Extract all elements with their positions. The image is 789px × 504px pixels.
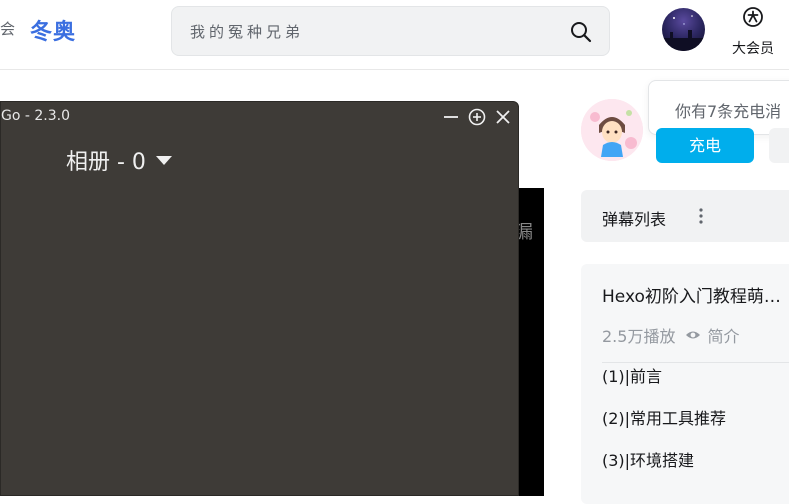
notification-text: 你有7条充电消 — [675, 102, 782, 121]
playlist-title[interactable]: Hexo初阶入门教程萌… — [602, 282, 781, 307]
playlist-items: (1)|前言 (2)|常用工具推荐 (3)|环境搭建 — [602, 368, 726, 494]
playlist-meta: 2.5万播放 简介 — [602, 323, 739, 347]
top-bar: 会 冬奥 我的冤种兄弟 大会员 — [0, 0, 789, 70]
vip-icon — [743, 7, 763, 27]
playlist-panel: Hexo初阶入门教程萌… 2.5万播放 简介 (1)|前言 (2)|常用工具推荐… — [581, 264, 789, 504]
list-item[interactable]: (2)|常用工具推荐 — [602, 410, 726, 452]
play-count: 2.5万播放 — [602, 327, 676, 346]
eye-icon — [686, 331, 701, 339]
divider — [602, 362, 789, 363]
user-avatar[interactable] — [662, 8, 705, 51]
follow-button[interactable] — [769, 128, 789, 163]
list-item[interactable]: (1)|前言 — [602, 368, 726, 410]
nav-fragment[interactable]: 会 — [0, 18, 15, 39]
charge-notification[interactable]: 你有7条充电消 — [648, 80, 789, 135]
pin-icon[interactable] — [466, 106, 488, 128]
intro-link[interactable]: 简介 — [707, 323, 739, 347]
minimize-icon[interactable] — [440, 106, 462, 128]
list-item[interactable]: (3)|环境搭建 — [602, 452, 726, 494]
app-window[interactable]: Go - 2.3.0 相册 - 0 — [0, 101, 519, 496]
olympic-logo[interactable]: 冬奥 — [30, 14, 76, 46]
vip-label: 大会员 — [732, 41, 774, 57]
search-icon[interactable] — [569, 20, 593, 44]
search-input[interactable] — [190, 19, 550, 45]
close-icon[interactable] — [492, 106, 514, 128]
more-vertical-icon[interactable] — [698, 206, 704, 226]
danmaku-list-label: 弹幕列表 — [602, 210, 667, 229]
album-selector[interactable]: 相册 - 0 — [66, 144, 172, 176]
danmaku-list-header[interactable]: 弹幕列表 — [581, 190, 789, 242]
vip-entry[interactable]: 大会员 — [728, 6, 778, 58]
window-title: Go - 2.3.0 — [1, 108, 70, 124]
search-box — [171, 6, 610, 56]
caret-down-icon — [155, 155, 172, 165]
album-label: 相册 - 0 — [66, 150, 146, 175]
uploader-avatar[interactable] — [581, 99, 643, 161]
charge-button[interactable]: 充电 — [656, 128, 754, 163]
window-controls — [440, 106, 514, 128]
